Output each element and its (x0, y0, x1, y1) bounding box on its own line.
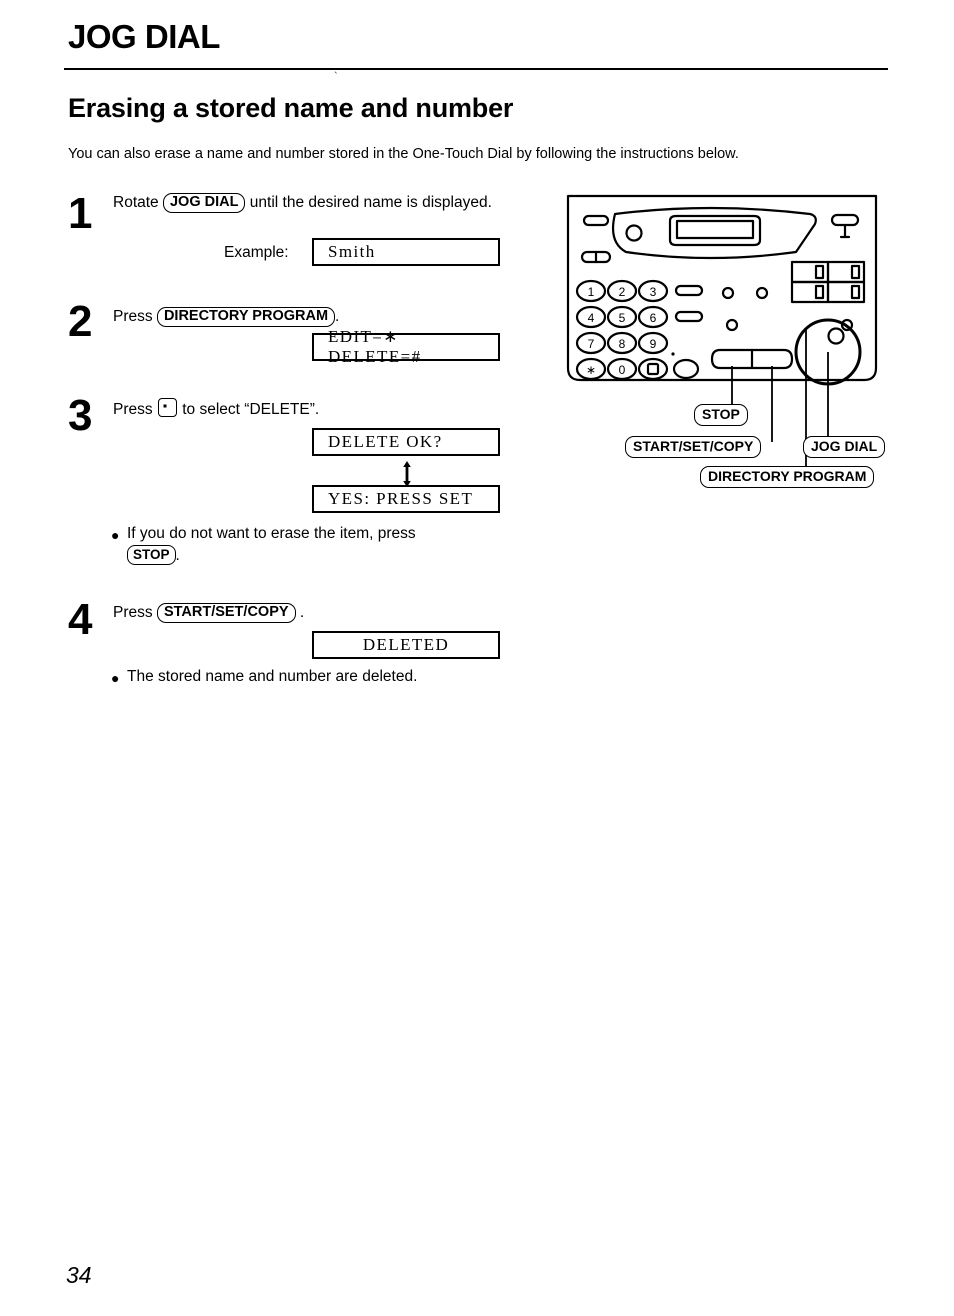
step-3-text: Press to select “DELETE”. (113, 398, 513, 420)
step-4-note: ● The stored name and number are deleted… (111, 666, 531, 688)
callout-start-set-copy: START/SET/COPY (625, 436, 762, 458)
step-4-display: DELETED (312, 631, 500, 659)
example-label: Example: (224, 244, 289, 261)
manual-page: JOG DIAL ` Erasing a stored name and num… (0, 0, 954, 1316)
bullet-dot-icon: ● (111, 670, 120, 686)
header-divider (64, 68, 888, 70)
keypad-digit: 9 (650, 337, 657, 351)
keypad-digit: 2 (619, 285, 626, 299)
keypad-digit: 8 (619, 337, 626, 351)
step-1-text-before: Rotate (113, 194, 159, 211)
keypad-digit: ∗ (586, 363, 596, 377)
step-2-display: EDIT=∗ DELETE=# (312, 327, 500, 366)
keypad-digit: 6 (650, 311, 657, 325)
step-1-text: Rotate JOG DIAL until the desired name i… (113, 192, 513, 213)
step-4-text-after: . (299, 604, 305, 621)
step-1-display: Smith (312, 238, 500, 266)
jog-dial-key: JOG DIAL (162, 193, 246, 213)
bullet-dot-icon: ● (111, 527, 120, 543)
step-4-text: Press START/SET/COPY . (113, 602, 513, 623)
step-4-note-text: The stored name and number are deleted. (127, 668, 418, 685)
hash-key-icon (157, 398, 177, 417)
step-3-text-after: to select “DELETE”. (182, 401, 320, 418)
page-number: 34 (66, 1262, 92, 1288)
keypad-digit: 3 (650, 285, 657, 299)
start-set-copy-key: START/SET/COPY (156, 603, 296, 623)
keypad-digit: 7 (588, 337, 595, 351)
step-3-display-2: YES: PRESS SET (312, 485, 500, 513)
step-3-text-before: Press (113, 401, 153, 418)
callout-directory-program: DIRECTORY PROGRAM (700, 466, 875, 488)
header-tick-mark: ` (334, 71, 338, 83)
keypad-digit: 5 (619, 311, 626, 325)
step-2-text: Press DIRECTORY PROGRAM. (113, 306, 513, 327)
step-1-number: 1 (68, 189, 93, 238)
step-3-note: ● If you do not want to erase the item, … (111, 523, 511, 567)
directory-program-key: DIRECTORY PROGRAM (156, 307, 336, 327)
step-3-number: 3 (68, 391, 93, 440)
callout-stop: STOP (694, 404, 748, 426)
running-head: JOG DIAL (68, 18, 220, 55)
stop-key: STOP (127, 545, 176, 565)
callout-jog-dial: JOG DIAL (803, 436, 886, 458)
keypad-digit: 1 (588, 285, 595, 299)
step-2-text-before: Press (113, 308, 153, 325)
keypad-digit: 4 (588, 311, 595, 325)
intro-paragraph: You can also erase a name and number sto… (68, 146, 739, 162)
step-2-number: 2 (68, 297, 93, 346)
step-2-text-after: . (335, 308, 340, 325)
step-1-text-after: until the desired name is displayed. (249, 194, 492, 211)
step-3-note-text-after: . (175, 547, 180, 564)
step-4-text-before: Press (113, 604, 153, 621)
step-4-number: 4 (68, 595, 93, 644)
keypad-digit: 0 (619, 363, 626, 377)
step-3-note-text: If you do not want to erase the item, pr… (127, 525, 416, 542)
page-title: Erasing a stored name and number (68, 93, 514, 123)
step-3-display-1: DELETE OK? (312, 428, 500, 456)
